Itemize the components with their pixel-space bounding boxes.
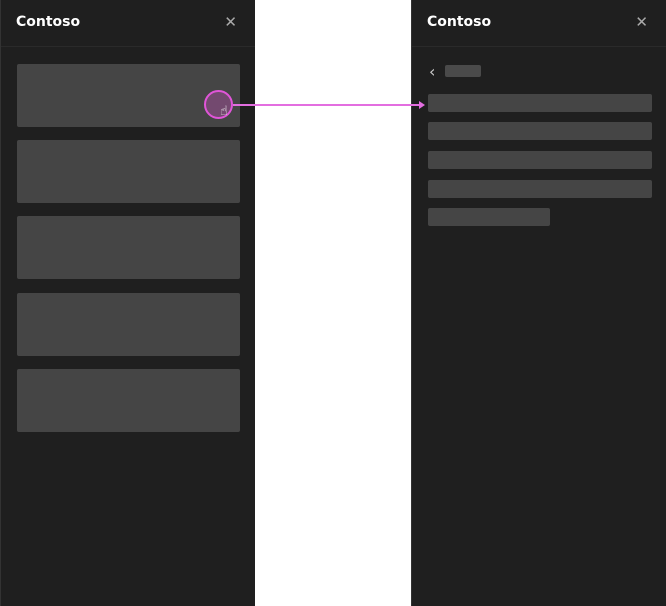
arrowhead-icon <box>419 101 425 109</box>
panel-title: Contoso <box>16 14 81 30</box>
close-icon[interactable]: ✕ <box>224 13 237 31</box>
list-item[interactable] <box>428 208 550 226</box>
close-icon[interactable]: ✕ <box>635 13 648 31</box>
right-panel: Contoso ✕ ‹ <box>411 0 666 606</box>
chevron-left-icon[interactable]: ‹ <box>429 62 435 81</box>
panel-header: Contoso ✕ <box>412 0 666 47</box>
card-2[interactable] <box>17 140 240 203</box>
list-item[interactable] <box>428 94 652 112</box>
card-4[interactable] <box>17 293 240 356</box>
click-indicator <box>204 90 233 119</box>
back-label-placeholder[interactable] <box>445 65 481 77</box>
list-item[interactable] <box>428 122 652 140</box>
list-item[interactable] <box>428 151 652 169</box>
card-3[interactable] <box>17 216 240 279</box>
card-5[interactable] <box>17 369 240 432</box>
panel-title: Contoso <box>427 14 492 30</box>
list-item[interactable] <box>428 180 652 198</box>
panel-header: Contoso ✕ <box>1 0 255 47</box>
transition-arrow <box>233 104 421 106</box>
hand-pointer-icon: ☝ <box>220 104 228 119</box>
